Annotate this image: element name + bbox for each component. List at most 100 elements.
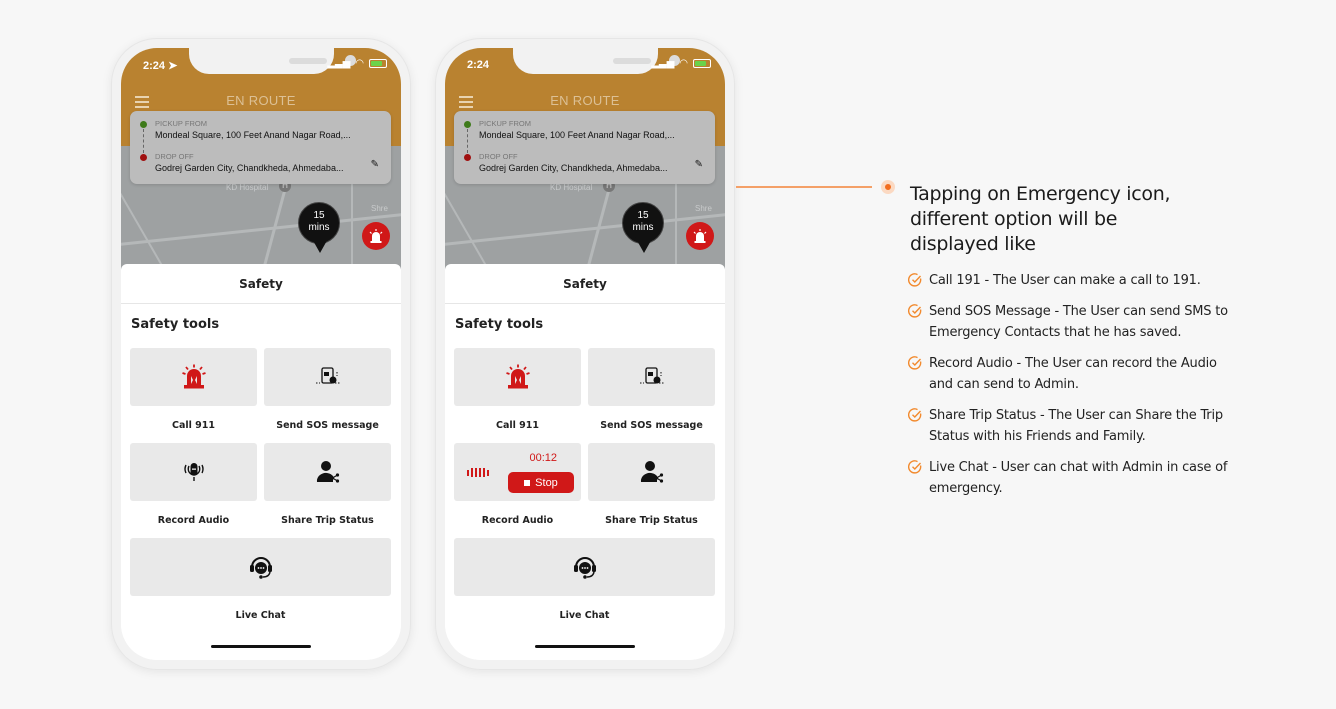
headset-chat-icon bbox=[249, 557, 272, 579]
call-911-label: Call 911 bbox=[495, 420, 540, 431]
callout-connector-line bbox=[736, 186, 872, 188]
pickup-label: PICKUP FROM bbox=[155, 119, 207, 128]
map-label: KD Hospital bbox=[226, 183, 269, 192]
pickup-dot-icon bbox=[464, 121, 471, 128]
emergency-siren-button[interactable] bbox=[686, 222, 714, 250]
call-911-tool[interactable]: Call 911 bbox=[130, 348, 257, 431]
phone-notch bbox=[513, 48, 680, 74]
dropoff-label: DROP OFF bbox=[479, 152, 518, 161]
share-trip-label: Share Trip Status bbox=[281, 515, 374, 526]
feature-text: Send SOS Message - The User can send SMS… bbox=[929, 304, 1228, 340]
user-share-icon bbox=[640, 461, 663, 483]
sheet-title: Safety bbox=[445, 264, 725, 304]
record-audio-button[interactable] bbox=[130, 443, 257, 501]
sheet-title: Safety bbox=[121, 264, 401, 304]
emergency-siren-button[interactable] bbox=[362, 222, 390, 250]
status-icons: ▂▃▅ ◠ bbox=[327, 58, 387, 69]
app-title: EN ROUTE bbox=[226, 93, 296, 108]
dropoff-dot-icon bbox=[140, 154, 147, 161]
edit-pencil-icon[interactable]: ✎ bbox=[371, 159, 379, 170]
send-sos-tool[interactable]: Send SOS message bbox=[588, 348, 715, 431]
feature-item: Call 191 - The User can make a call to 1… bbox=[908, 270, 1228, 291]
route-card[interactable]: PICKUP FROM Mondeal Square, 100 Feet Ana… bbox=[454, 111, 715, 184]
speaker-grille bbox=[289, 58, 327, 64]
status-time: 2:24 ➤ bbox=[143, 59, 177, 72]
pickup-address: Mondeal Square, 100 Feet Anand Nagar Roa… bbox=[155, 130, 351, 140]
route-dashline bbox=[143, 129, 144, 153]
send-sos-tool[interactable]: Send SOS message bbox=[264, 348, 391, 431]
eta-unit: mins bbox=[632, 222, 654, 233]
dropoff-dot-icon bbox=[464, 154, 471, 161]
wifi-icon: ◠ bbox=[355, 58, 364, 69]
callout-bullet-icon bbox=[881, 180, 895, 194]
check-circle-icon bbox=[908, 304, 922, 318]
send-sos-label: Send SOS message bbox=[600, 420, 703, 431]
call-911-label: Call 911 bbox=[171, 420, 216, 431]
status-time: 2:24 bbox=[467, 59, 489, 71]
feature-text: Live Chat - User can chat with Admin in … bbox=[929, 460, 1228, 496]
stop-button-label: Stop bbox=[535, 476, 558, 489]
feature-item: Live Chat - User can chat with Admin in … bbox=[908, 457, 1228, 499]
call-911-button[interactable] bbox=[454, 348, 581, 406]
edit-pencil-icon[interactable]: ✎ bbox=[695, 159, 703, 170]
user-share-icon bbox=[316, 461, 339, 483]
share-trip-tool[interactable]: Share Trip Status bbox=[264, 443, 391, 526]
live-chat-label: Live Chat bbox=[559, 610, 610, 621]
phone-notch bbox=[189, 48, 356, 74]
send-sos-button[interactable] bbox=[588, 348, 715, 406]
route-card[interactable]: PICKUP FROM Mondeal Square, 100 Feet Ana… bbox=[130, 111, 391, 184]
eta-value: 15 bbox=[637, 210, 649, 221]
live-chat-button[interactable] bbox=[130, 538, 391, 596]
pickup-dot-icon bbox=[140, 121, 147, 128]
record-audio-tool[interactable]: 00:12 Stop Record Audio bbox=[454, 443, 581, 526]
record-audio-button[interactable]: 00:12 Stop bbox=[454, 443, 581, 501]
eta-pin: 15 mins bbox=[622, 202, 664, 253]
call-911-tool[interactable]: Call 911 bbox=[454, 348, 581, 431]
app-title: EN ROUTE bbox=[550, 93, 620, 108]
section-title: Safety tools bbox=[455, 317, 544, 332]
signal-icon: ▂▃▅ bbox=[651, 58, 675, 69]
phone-mockup-recording: 2:24 ▂▃▅ ◠ EN ROUTE Dantali KD Hospital … bbox=[435, 38, 735, 670]
check-circle-icon bbox=[908, 460, 922, 474]
map-label: Shre bbox=[371, 204, 388, 213]
feature-text: Record Audio - The User can record the A… bbox=[929, 356, 1217, 392]
phone-screen: 2:24 ➤ ▂▃▅ ◠ EN ROUTE Dantali KD Hospita… bbox=[121, 48, 401, 660]
eta-pin: 15 mins bbox=[298, 202, 340, 253]
home-indicator[interactable] bbox=[211, 645, 311, 648]
live-chat-tool[interactable]: Live Chat bbox=[454, 538, 715, 621]
call-911-button[interactable] bbox=[130, 348, 257, 406]
recording-timer: 00:12 bbox=[529, 452, 557, 464]
sos-message-icon bbox=[639, 367, 664, 384]
callout-headline: Tapping on Emergency icon, different opt… bbox=[910, 183, 1171, 255]
sos-message-icon bbox=[315, 367, 340, 384]
dropoff-address: Godrej Garden City, Chandkheda, Ahmedaba… bbox=[155, 163, 344, 173]
record-audio-label: Record Audio bbox=[481, 515, 554, 526]
share-trip-button[interactable] bbox=[588, 443, 715, 501]
feature-list: Call 191 - The User can make a call to 1… bbox=[908, 270, 1228, 509]
dropoff-address: Godrej Garden City, Chandkheda, Ahmedaba… bbox=[479, 163, 668, 173]
live-chat-tool[interactable]: Live Chat bbox=[130, 538, 391, 621]
stop-recording-button[interactable]: Stop bbox=[508, 472, 574, 493]
record-audio-tool[interactable]: Record Audio bbox=[130, 443, 257, 526]
feature-text: Share Trip Status - The User can Share t… bbox=[929, 408, 1223, 444]
dropoff-label: DROP OFF bbox=[155, 152, 194, 161]
check-circle-icon bbox=[908, 408, 922, 422]
status-icons: ▂▃▅ ◠ bbox=[651, 58, 711, 69]
live-chat-button[interactable] bbox=[454, 538, 715, 596]
send-sos-button[interactable] bbox=[264, 348, 391, 406]
signal-icon: ▂▃▅ bbox=[327, 58, 351, 69]
feature-text: Call 191 - The User can make a call to 1… bbox=[929, 273, 1201, 288]
map-label: Shre bbox=[695, 204, 712, 213]
share-trip-tool[interactable]: Share Trip Status bbox=[588, 443, 715, 526]
share-trip-button[interactable] bbox=[264, 443, 391, 501]
section-title: Safety tools bbox=[131, 317, 220, 332]
phone-mockup-default: 2:24 ➤ ▂▃▅ ◠ EN ROUTE Dantali KD Hospita… bbox=[111, 38, 411, 670]
pickup-address: Mondeal Square, 100 Feet Anand Nagar Roa… bbox=[479, 130, 675, 140]
home-indicator[interactable] bbox=[535, 645, 635, 648]
emergency-siren-icon bbox=[181, 364, 206, 389]
send-sos-label: Send SOS message bbox=[276, 420, 379, 431]
check-circle-icon bbox=[908, 273, 922, 287]
map-label: KD Hospital bbox=[550, 183, 593, 192]
safety-sheet: Safety Safety tools Call 911 Send SOS me… bbox=[121, 264, 401, 660]
headset-chat-icon bbox=[573, 557, 596, 579]
